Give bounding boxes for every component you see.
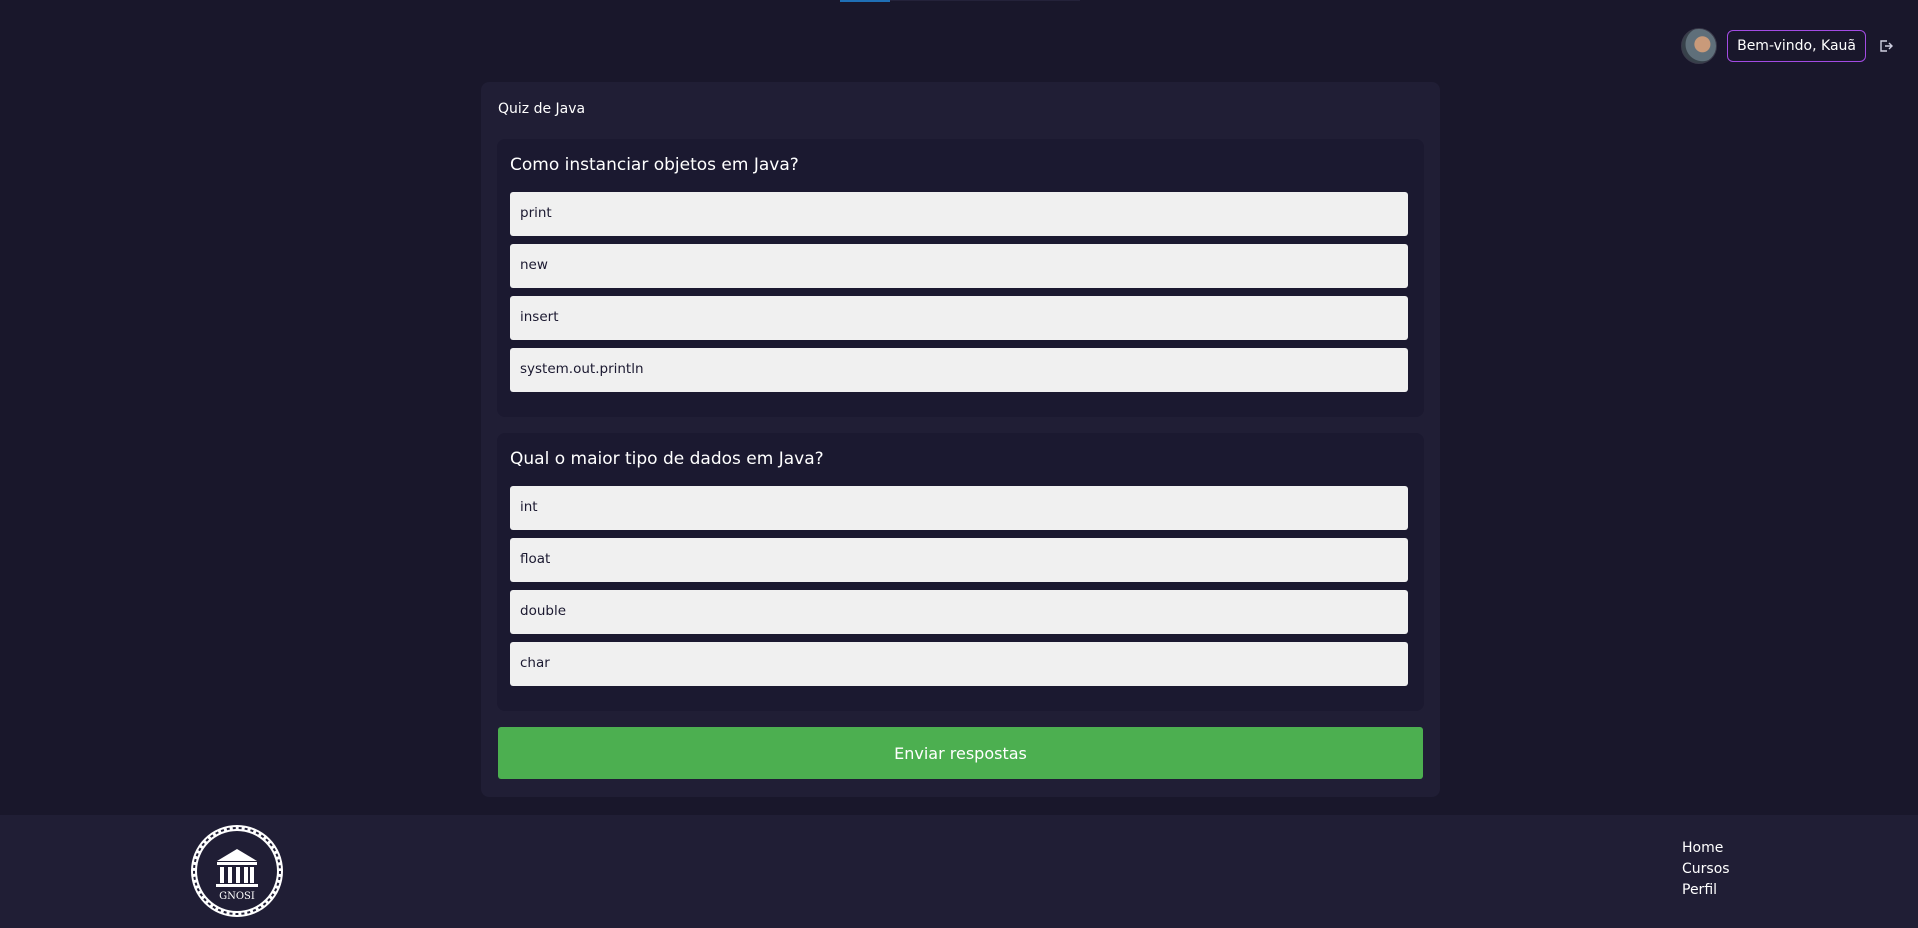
top-accent-line (890, 0, 1080, 1)
answer-option[interactable]: char (510, 642, 1408, 686)
quiz-card: Quiz de Java Como instanciar objetos em … (481, 82, 1440, 797)
welcome-badge[interactable]: Bem-vindo, Kauã (1727, 30, 1866, 62)
answer-option[interactable]: double (510, 590, 1408, 634)
answer-option[interactable]: system.out.println (510, 348, 1408, 392)
submit-answers-button[interactable]: Enviar respostas (498, 727, 1423, 779)
footer: GNOSI Home Cursos Perfil (0, 815, 1918, 928)
gnosi-logo: GNOSI (189, 823, 285, 919)
footer-link-perfil[interactable]: Perfil (1682, 881, 1730, 899)
user-avatar[interactable] (1681, 28, 1718, 64)
svg-text:GNOSI: GNOSI (219, 891, 255, 902)
question-block: Qual o maior tipo de dados em Java? int … (497, 433, 1424, 711)
question-text: Qual o maior tipo de dados em Java? (510, 449, 824, 469)
footer-link-home[interactable]: Home (1682, 839, 1730, 857)
answer-option[interactable]: print (510, 192, 1408, 236)
answer-option[interactable]: insert (510, 296, 1408, 340)
footer-link-cursos[interactable]: Cursos (1682, 860, 1730, 878)
answer-option[interactable]: new (510, 244, 1408, 288)
question-block: Como instanciar objetos em Java? print n… (497, 139, 1424, 417)
top-accent-bar (840, 0, 890, 2)
logout-icon[interactable] (1876, 36, 1896, 56)
question-text: Como instanciar objetos em Java? (510, 155, 799, 175)
answer-option[interactable]: int (510, 486, 1408, 530)
header-user-area: Bem-vindo, Kauã (1681, 28, 1896, 64)
footer-nav: Home Cursos Perfil (1682, 839, 1730, 899)
quiz-title: Quiz de Java (498, 101, 586, 117)
answer-option[interactable]: float (510, 538, 1408, 582)
